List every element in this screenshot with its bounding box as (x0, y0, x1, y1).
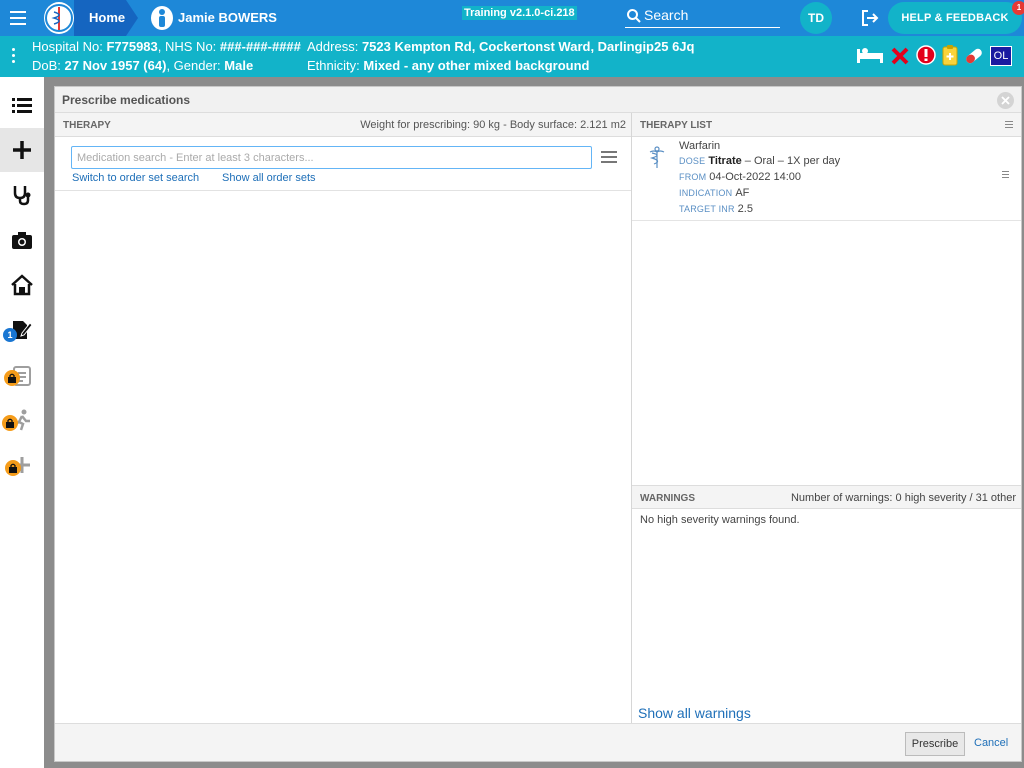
lock-icon (2, 415, 18, 431)
clinical-nav-item[interactable] (0, 173, 44, 217)
therapy-list-menu-icon[interactable] (1005, 121, 1013, 130)
therapy-header: THERAPY Weight for prescribing: 90 kg - … (55, 113, 631, 137)
lock-icon (5, 460, 21, 476)
from-line: FROM 04-Oct-2022 14:00 (679, 171, 802, 183)
search-label: Search (644, 7, 689, 23)
ethnicity-line: Ethnicity: Mixed - any other mixed backg… (307, 58, 590, 73)
switch-order-set-link[interactable]: Switch to order set search (72, 172, 199, 184)
medication-search-input[interactable] (71, 146, 592, 169)
stethoscope-icon (13, 186, 31, 206)
home-label[interactable]: Home (89, 10, 125, 25)
app-logo[interactable] (44, 2, 74, 34)
plus-icon (13, 141, 31, 159)
bed-icon[interactable] (855, 45, 885, 65)
close-button[interactable] (997, 92, 1014, 109)
dob-line: DoB: 27 Nov 1957 (64), Gender: Male (32, 58, 254, 73)
show-all-order-sets-link[interactable]: Show all order sets (222, 172, 316, 184)
camera-icon (12, 232, 32, 249)
alert-icon[interactable] (916, 45, 936, 65)
therapy-item[interactable]: Warfarin DOSE Titrate – Oral – 1X per day… (632, 137, 1021, 221)
dialog-title: Prescribe medications (62, 93, 191, 107)
menu-icon[interactable] (10, 11, 26, 25)
more-vertical-icon[interactable] (12, 48, 16, 66)
caduceus-icon (649, 146, 665, 168)
search-icon (627, 9, 641, 23)
top-bar: Home Jamie BOWERS Training v2.1.0-ci.218… (0, 0, 1024, 36)
dialog-header: Prescribe medications (55, 87, 1021, 113)
house-icon (11, 274, 33, 296)
notification-badge: 1 (1012, 1, 1024, 15)
clipboard-icon[interactable] (941, 44, 959, 66)
indication-line: INDICATION AF (679, 187, 750, 199)
dose-line: DOSE Titrate – Oral – 1X per day (679, 155, 841, 167)
list-nav-item[interactable] (0, 83, 44, 127)
prescribe-button[interactable]: Prescribe (905, 732, 965, 756)
no-resuscitation-icon[interactable] (890, 46, 910, 66)
therapy-item-menu-icon[interactable] (1002, 171, 1009, 180)
logout-icon[interactable] (860, 8, 880, 28)
edit-count-badge: 1 (3, 328, 17, 342)
person-icon (151, 6, 173, 30)
add-nav-item[interactable] (0, 128, 44, 172)
therapy-header-label: THERAPY (63, 120, 111, 131)
prescribe-medications-dialog: Prescribe medications THERAPY Weight for… (54, 86, 1022, 762)
dialog-footer: Prescribe Cancel (55, 723, 1021, 761)
camera-nav-item[interactable] (0, 218, 44, 262)
cancel-button[interactable]: Cancel (974, 737, 1008, 749)
left-navigation: 1 (0, 77, 44, 768)
therapy-list-label: THERAPY LIST (640, 120, 713, 131)
drug-name: Warfarin (679, 140, 721, 152)
version-label: Training v2.1.0-ci.218 (462, 6, 577, 20)
home-nav-item[interactable] (0, 263, 44, 307)
list-icon (12, 98, 32, 113)
weight-info: Weight for prescribing: 90 kg - Body sur… (360, 119, 626, 131)
target-inr-line: TARGET INR 2.5 (679, 203, 753, 215)
pill-icon[interactable] (963, 46, 985, 66)
divider (55, 190, 631, 191)
show-all-warnings-link[interactable]: Show all warnings (638, 705, 751, 721)
close-icon (1001, 96, 1010, 105)
warnings-header: WARNINGS Number of warnings: 0 high seve… (632, 485, 1021, 509)
search-options-icon[interactable] (601, 151, 617, 163)
warnings-count: Number of warnings: 0 high severity / 31… (790, 492, 1016, 504)
ol-badge[interactable]: OL (990, 46, 1012, 66)
warnings-message: No high severity warnings found. (640, 514, 800, 526)
hospital-no-line: Hospital No: F775983, NHS No: ###-###-##… (32, 39, 301, 54)
address-line: Address: 7523 Kempton Rd, Cockertonst Wa… (307, 39, 695, 54)
warnings-label: WARNINGS (640, 493, 695, 504)
therapy-list-header: THERAPY LIST (632, 113, 1021, 137)
help-feedback-button[interactable]: HELP & FEEDBACK (888, 2, 1022, 34)
global-search[interactable]: Search (625, 5, 780, 28)
user-avatar[interactable]: TD (800, 2, 832, 34)
patient-name[interactable]: Jamie BOWERS (178, 10, 277, 25)
lock-icon (4, 370, 20, 386)
